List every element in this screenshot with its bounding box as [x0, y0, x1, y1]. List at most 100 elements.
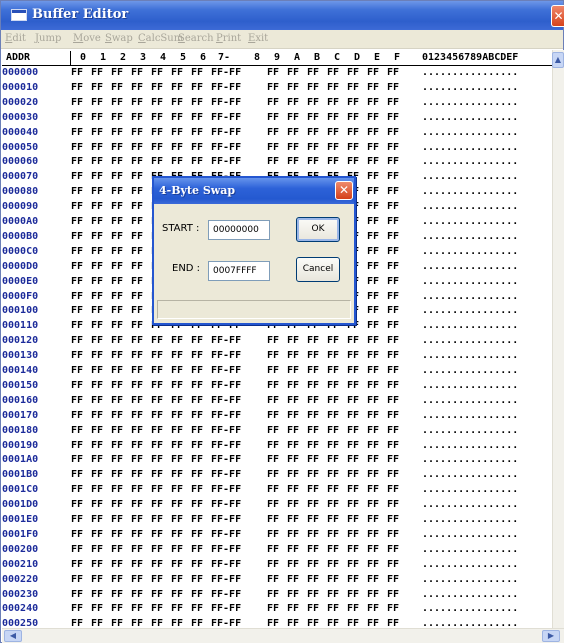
- byte-cell: FF: [387, 558, 400, 570]
- hex-row[interactable]: 000030 FF FF FF FF FF FF FF FF-FF FF FF FF FF FF FF FF.…: [2, 112, 552, 123]
- byte-cell: FF: [267, 573, 280, 585]
- hex-row[interactable]: 0001C0 FF FF FF FF FF FF FF FF-FF FF FF FF FF FF FF FF.…: [2, 484, 552, 495]
- menu-item[interactable]: Jump: [35, 33, 61, 44]
- hex-row[interactable]: 000130 FF FF FF FF FF FF FF FF-FF FF FF FF FF FF FF FF.…: [2, 350, 552, 361]
- byte-cell: FF: [367, 81, 380, 93]
- hex-row[interactable]: 000060 FF FF FF FF FF FF FF FF-FF FF FF FF FF FF FF FF.…: [2, 156, 552, 167]
- byte-cell: FF: [191, 67, 204, 78]
- hex-row[interactable]: 000240 FF FF FF FF FF FF FF FF-FF FF FF FF FF FF FF FF.…: [2, 603, 552, 614]
- byte-cell: FF: [287, 335, 300, 347]
- title-bar[interactable]: Buffer Editor ✕: [1, 1, 564, 30]
- menu-item[interactable]: CalcSum: [138, 33, 183, 44]
- menu-item[interactable]: Print: [216, 33, 241, 44]
- hex-row[interactable]: 0001E0 FF FF FF FF FF FF FF FF-FF FF FF FF FF FF FF FF.…: [2, 514, 552, 525]
- row-address: 000180: [2, 424, 39, 436]
- hex-row[interactable]: 000180 FF FF FF FF FF FF FF FF-FF FF FF FF FF FF FF FF.…: [2, 425, 552, 436]
- byte-cell: FF: [71, 156, 84, 168]
- byte-cell: FF-FF: [211, 543, 242, 555]
- dialog-close-button[interactable]: ✕: [335, 181, 353, 200]
- byte-cell: FF: [191, 365, 204, 376]
- byte-cell: FF: [367, 439, 380, 451]
- ascii-cell: ................: [422, 156, 519, 168]
- hex-row[interactable]: 000200 FF FF FF FF FF FF FF FF-FF FF FF FF FF FF FF FF.…: [2, 544, 552, 555]
- ascii-cell: ................: [422, 514, 519, 525]
- hex-row[interactable]: 000040 FF FF FF FF FF FF FF FF-FF FF FF FF FF FF FF FF.…: [2, 127, 552, 138]
- byte-cell: FF: [191, 558, 204, 570]
- byte-cell: FF: [267, 514, 280, 525]
- menu-item[interactable]: Move: [73, 33, 101, 44]
- hex-row[interactable]: 000230 FF FF FF FF FF FF FF FF-FF FF FF FF FF FF FF FF.…: [2, 589, 552, 600]
- hex-row[interactable]: 0001B0 FF FF FF FF FF FF FF FF-FF FF FF FF FF FF FF FF.…: [2, 469, 552, 480]
- byte-cell: FF: [71, 141, 84, 153]
- byte-cell: FF: [191, 141, 204, 153]
- hex-row[interactable]: 0001D0 FF FF FF FF FF FF FF FF-FF FF FF FF FF FF FF FF.…: [2, 499, 552, 510]
- ascii-cell: ................: [422, 409, 519, 421]
- hex-row[interactable]: 0001A0 FF FF FF FF FF FF FF FF-FF FF FF FF FF FF FF FF.…: [2, 454, 552, 465]
- byte-cell: FF: [111, 186, 124, 198]
- hex-row[interactable]: 000120 FF FF FF FF FF FF FF FF-FF FF FF FF FF FF FF FF.…: [2, 335, 552, 346]
- hex-row[interactable]: 000050 FF FF FF FF FF FF FF FF-FF FF FF FF FF FF FF FF.…: [2, 142, 552, 153]
- byte-cell: FF: [267, 365, 280, 376]
- byte-cell: FF: [287, 573, 300, 585]
- start-address-input[interactable]: 00000000: [208, 220, 270, 240]
- vertical-scrollbar[interactable]: [552, 50, 564, 628]
- scroll-up-button[interactable]: ▲: [552, 52, 564, 68]
- byte-cell: FF: [287, 81, 300, 93]
- window-close-button[interactable]: ✕: [551, 5, 564, 27]
- byte-cell: FF-FF: [211, 379, 242, 391]
- scroll-right-button[interactable]: ▶: [542, 630, 560, 642]
- byte-cell: FF: [151, 379, 164, 391]
- hex-row[interactable]: 000010 FF FF FF FF FF FF FF FF-FF FF FF FF FF FF FF FF.…: [2, 82, 552, 93]
- end-address-input[interactable]: 0007FFFF: [208, 261, 270, 281]
- cancel-button[interactable]: Cancel: [296, 257, 340, 282]
- menu-item[interactable]: Exit: [248, 33, 268, 44]
- byte-cell: FF: [327, 67, 340, 78]
- byte-cell: FF: [111, 126, 124, 138]
- byte-cell: FF: [327, 335, 340, 347]
- dialog-title-bar[interactable]: 4-Byte Swap ✕: [154, 178, 354, 204]
- hex-row[interactable]: 000220 FF FF FF FF FF FF FF FF-FF FF FF FF FF FF FF FF.…: [2, 574, 552, 585]
- byte-cell: FF: [307, 141, 320, 153]
- byte-cell: FF: [347, 335, 360, 347]
- byte-cell: FF: [111, 379, 124, 391]
- byte-cell: FF: [387, 275, 400, 287]
- byte-cell: FF: [367, 141, 380, 153]
- horizontal-scrollbar[interactable]: [2, 628, 564, 643]
- byte-cell: FF: [367, 424, 380, 436]
- row-address: 0000C0: [2, 245, 39, 257]
- byte-cell: FF: [151, 558, 164, 570]
- hex-row[interactable]: 000210 FF FF FF FF FF FF FF FF-FF FF FF FF FF FF FF FF.…: [2, 559, 552, 570]
- hex-row[interactable]: 000170 FF FF FF FF FF FF FF FF-FF FF FF FF FF FF FF FF.…: [2, 410, 552, 421]
- ascii-cell: ................: [422, 305, 519, 317]
- menu-item[interactable]: Swap: [105, 33, 133, 44]
- ok-button[interactable]: OK: [296, 217, 340, 242]
- hex-row[interactable]: 000020 FF FF FF FF FF FF FF FF-FF FF FF FF FF FF FF FF.…: [2, 97, 552, 108]
- ascii-cell: ................: [422, 454, 519, 466]
- byte-cell: FF: [267, 126, 280, 138]
- addr-column-header: ADDR: [6, 52, 31, 63]
- ascii-cell: ................: [422, 588, 519, 600]
- hex-row[interactable]: 000190 FF FF FF FF FF FF FF FF-FF FF FF FF FF FF FF FF.…: [2, 440, 552, 451]
- byte-cell: FF: [387, 469, 400, 481]
- row-address: 0000E0: [2, 275, 39, 287]
- scroll-left-button[interactable]: ◀: [4, 630, 22, 642]
- byte-cell: FF: [267, 603, 280, 615]
- hex-row[interactable]: 000160 FF FF FF FF FF FF FF FF-FF FF FF FF FF FF FF FF.…: [2, 395, 552, 406]
- byte-cell: FF: [131, 394, 144, 406]
- byte-cell: FF: [191, 335, 204, 347]
- row-address: 000100: [2, 305, 39, 317]
- byte-cell: FF: [287, 365, 300, 376]
- menu-item[interactable]: Edit: [5, 33, 26, 44]
- hex-row[interactable]: 0001F0 FF FF FF FF FF FF FF FF-FF FF FF FF FF FF FF FF.…: [2, 529, 552, 540]
- byte-cell: FF: [327, 528, 340, 540]
- byte-cell: FF: [347, 588, 360, 600]
- hex-row[interactable]: 000000 FF FF FF FF FF FF FF FF-FF FF FF FF FF FF FF FF.…: [2, 67, 552, 78]
- byte-cell: FF: [91, 573, 104, 585]
- menu-item[interactable]: Search: [178, 33, 214, 44]
- hex-grid[interactable]: ADDR 0 1 2 3 4 5 6 7- 8 9 A B C D E F 0123456789ABCDEF 00…: [2, 50, 552, 628]
- hex-row[interactable]: 000150 FF FF FF FF FF FF FF FF-FF FF FF FF FF FF FF FF.…: [2, 380, 552, 391]
- hex-row[interactable]: 000250 FF FF FF FF FF FF FF FF-FF FF FF FF FF FF FF FF.…: [2, 618, 552, 628]
- byte-cell: FF: [307, 409, 320, 421]
- hex-row[interactable]: 000140 FF FF FF FF FF FF FF FF-FF FF FF FF FF FF FF FF.…: [2, 365, 552, 376]
- byte-cell: FF: [367, 275, 380, 287]
